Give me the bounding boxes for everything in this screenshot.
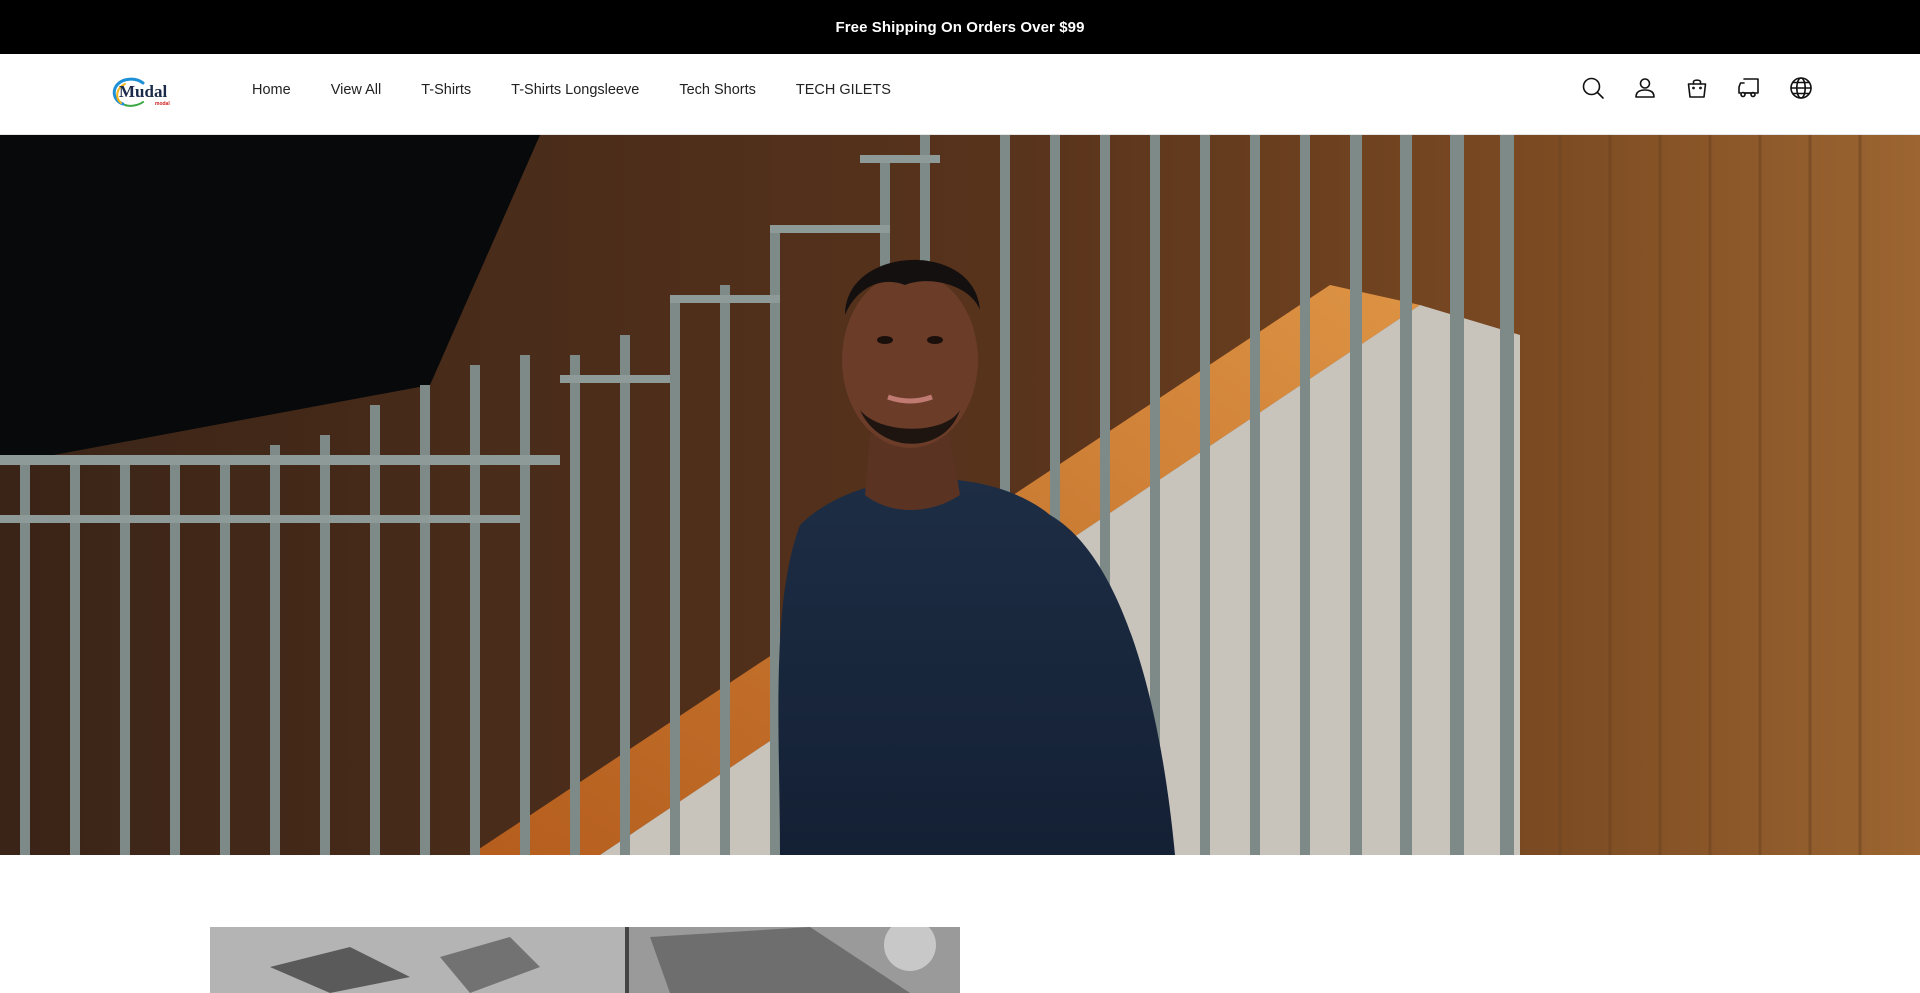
brand-name: Mudal: [119, 82, 168, 101]
header-icons: [1581, 76, 1813, 100]
hero-banner[interactable]: [0, 135, 1920, 855]
brand-subtitle: modal: [155, 101, 170, 107]
announcement-bar: Free Shipping On Orders Over $99: [0, 0, 1920, 54]
collection-photo: [210, 927, 960, 993]
nav-item-t-shirts-longsleeve[interactable]: T-Shirts Longsleeve: [511, 82, 639, 98]
brand-logo[interactable]: Mudal modal: [109, 74, 173, 108]
globe-icon[interactable]: [1789, 76, 1813, 100]
nav-item-view-all[interactable]: View All: [331, 82, 382, 98]
nav-item-t-shirts[interactable]: T-Shirts: [421, 82, 471, 98]
account-icon[interactable]: [1633, 76, 1657, 100]
search-icon[interactable]: [1581, 76, 1605, 100]
site-header: Mudal modal Home View All T-Shirts T-Shi…: [0, 54, 1920, 135]
cart-icon[interactable]: [1685, 76, 1709, 100]
nav-item-tech-gilets[interactable]: TECH GILETS: [796, 82, 891, 98]
delivery-icon[interactable]: [1737, 76, 1761, 100]
nav-item-home[interactable]: Home: [252, 82, 291, 98]
announcement-text: Free Shipping On Orders Over $99: [835, 18, 1085, 36]
hero-image: [0, 135, 1920, 855]
main-nav: Home View All T-Shirts T-Shirts Longslee…: [252, 82, 891, 98]
nav-item-tech-shorts[interactable]: Tech Shorts: [679, 82, 756, 98]
collection-image[interactable]: [210, 927, 960, 993]
